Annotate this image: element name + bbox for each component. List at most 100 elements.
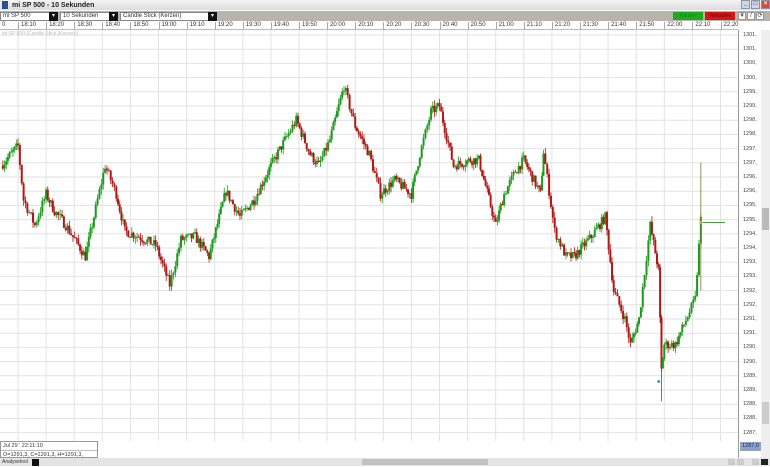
candle-body [31, 212, 34, 223]
candle-body [242, 209, 245, 211]
time-tick-label: 20:00 [327, 22, 345, 30]
candle-body [420, 145, 423, 159]
candle-body [631, 337, 634, 343]
candle-body [593, 229, 596, 237]
horizontal-scroll-thumb[interactable] [362, 459, 488, 465]
scroll-thumb[interactable] [762, 208, 769, 230]
candle-body [224, 193, 227, 196]
candle-body [359, 134, 362, 137]
candle-body [179, 235, 182, 248]
candle-body [665, 341, 668, 345]
candle-body [503, 193, 506, 206]
candle-body [553, 217, 556, 228]
settings-icon[interactable]: ⟳ [756, 12, 764, 20]
chevron-down-icon[interactable]: ▾ [208, 11, 217, 21]
candle-body [293, 124, 296, 126]
candle-body [521, 157, 524, 170]
candle-body [632, 333, 635, 338]
scroll-right-button[interactable] [737, 459, 744, 465]
close-button[interactable]: × [761, 0, 770, 9]
price-tick-label: 1291, [743, 316, 757, 322]
candle-body [251, 200, 254, 206]
price-tick-label: 1295, [743, 216, 757, 223]
candle-body [321, 156, 324, 161]
candle-body [30, 212, 33, 214]
candle-body [136, 236, 139, 238]
candle-body [542, 153, 545, 176]
scroll-thumb-lower[interactable] [762, 402, 769, 424]
candle-body [139, 237, 142, 241]
chevron-down-icon[interactable]: ▾ [109, 11, 118, 21]
candle-body [266, 174, 269, 178]
candle-body [82, 251, 85, 256]
candle-body [641, 287, 644, 308]
zoom-button[interactable] [752, 459, 759, 465]
candle-body [694, 295, 697, 300]
candle-body [104, 168, 107, 173]
candle-body [636, 323, 639, 333]
minimize-button[interactable]: _ [741, 0, 750, 9]
candle-body [51, 200, 54, 212]
time-tick-label: 20:20 [383, 22, 401, 30]
candle-body [87, 236, 90, 247]
price-tick-label: 1298, [743, 117, 757, 124]
candle-body [469, 158, 472, 162]
candle-body [368, 150, 371, 156]
vertical-scrollbar[interactable] [761, 30, 770, 458]
maximize-button[interactable]: □ [751, 0, 760, 9]
candle-body [185, 235, 188, 238]
candle-body [149, 236, 152, 245]
candle-body [599, 224, 602, 229]
price-tick-label: 1299, [743, 103, 757, 109]
candle-body [102, 172, 105, 185]
candle-body [176, 253, 179, 267]
candle-body [573, 252, 576, 253]
chevron-down-icon[interactable]: ▾ [49, 11, 58, 21]
sell-button[interactable]: Verkaufen [705, 12, 735, 20]
candle-body [549, 195, 552, 207]
candle-body [696, 275, 699, 296]
candle-body [447, 140, 450, 143]
time-axis: 0 18:10 18:20 18:30 18:40 18:50 19:00 19:10 19:2… [0, 21, 739, 30]
candle-body [422, 137, 425, 146]
candle-body [654, 239, 657, 254]
candle-body [201, 242, 204, 248]
price-tick-label: 1297, [743, 159, 757, 166]
candle-body [151, 244, 154, 246]
candlestick-chart[interactable] [0, 30, 738, 441]
price-tick-label: 1291, [743, 330, 757, 337]
candle-body [682, 324, 685, 326]
analysis-tool-dropdown[interactable] [32, 458, 39, 466]
candle-body [563, 244, 566, 256]
candle-body [537, 185, 540, 188]
candle-body [28, 212, 31, 214]
price-tick-label: 1288, [743, 415, 757, 422]
instrument-select[interactable]: mi SP 500 ▾ [0, 11, 58, 21]
chart-type-select[interactable]: Candle Stick (Kerzen) ▾ [120, 11, 217, 21]
interval-select[interactable]: 10 Sekunden ▾ [60, 11, 118, 21]
crosshair-icon[interactable]: ¥ [738, 12, 746, 20]
candle-body [580, 244, 583, 255]
candle-body [325, 147, 328, 151]
candle-body [172, 272, 175, 275]
interval-value: 10 Sekunden [63, 13, 99, 19]
candle-body [8, 152, 11, 158]
candle-body [489, 194, 492, 207]
candle-body [96, 198, 99, 205]
candle-body [3, 164, 6, 169]
candle-body [377, 177, 380, 183]
candle-body [20, 165, 23, 184]
scroll-left-button[interactable] [728, 459, 735, 465]
candle-body [449, 142, 452, 147]
candle-body [295, 115, 298, 126]
candle-body [187, 234, 190, 236]
pen-icon[interactable]: / [747, 12, 755, 20]
candle-body [512, 171, 515, 176]
candle-body [557, 239, 560, 240]
price-tick-label: 1295, [743, 202, 757, 209]
candle-body [132, 232, 135, 239]
candle-body [303, 133, 306, 144]
buy-button[interactable]: Kaufen [673, 12, 703, 20]
corner-button[interactable] [761, 459, 768, 465]
candle-body [647, 240, 650, 261]
